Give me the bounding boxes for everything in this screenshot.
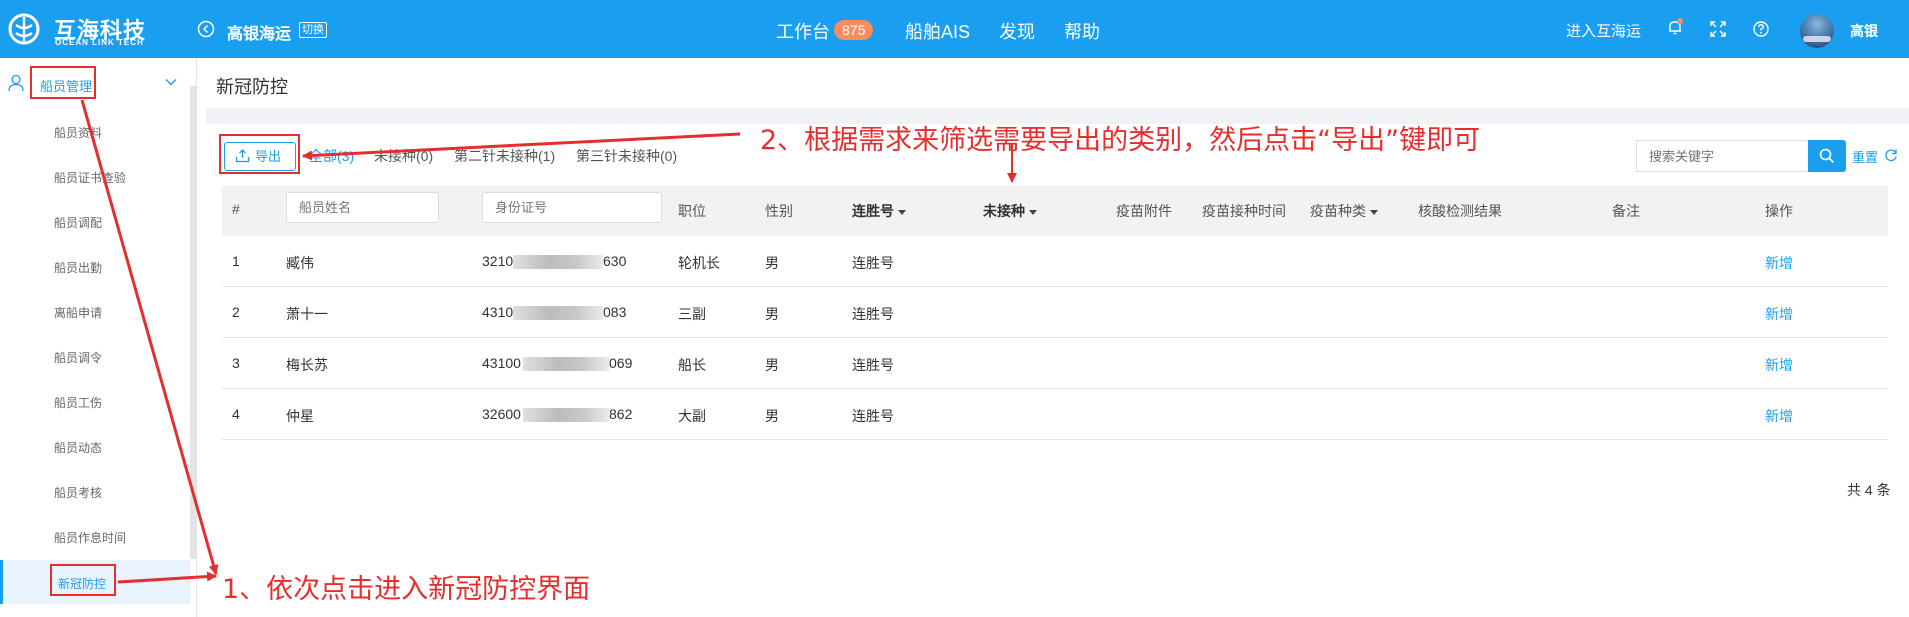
annotation-arrows (80, 99, 1017, 584)
annotation-step1: 1、依次点击进入新冠防控界面 (222, 574, 591, 605)
annotation-step2: 2、根据需求来筛选需要导出的类别，然后点击“导出”键即可 (760, 125, 1481, 156)
